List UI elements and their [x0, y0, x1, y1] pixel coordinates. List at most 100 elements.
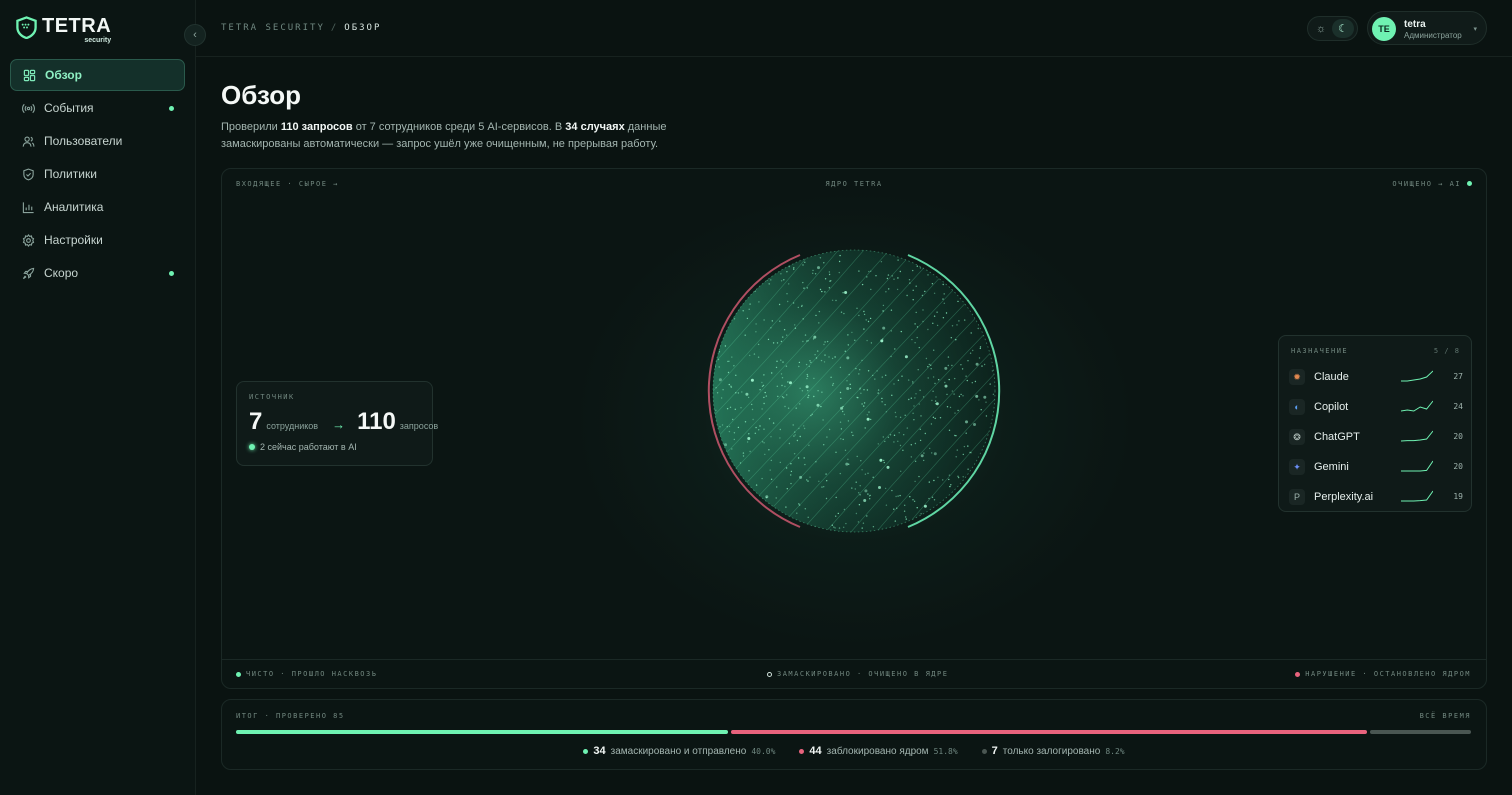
summary-text: от 7 сотрудников среди 5 AI-сервисов. В [352, 121, 566, 133]
destination-count: 5 / 8 [1433, 347, 1460, 355]
bar-chart-icon [22, 201, 35, 214]
bar-segment-logged [1369, 730, 1471, 734]
stat-percent: 40.0% [751, 746, 776, 756]
stat-percent: 8.2% [1105, 746, 1125, 756]
bar-segment-blocked [730, 730, 1367, 734]
grid-icon [23, 69, 36, 82]
legend-clean: ЧИСТО · ПРОШЛО НАСКВОЗЬ [236, 670, 377, 678]
user-name: tetra [1404, 19, 1426, 30]
stat-value: 7 [991, 745, 998, 757]
sidebar-item-label: Аналитика [44, 200, 104, 214]
stat-masked: 34 замаскировано и отправлено 40.0% [583, 745, 775, 757]
service-name: Gemini [1314, 461, 1349, 473]
users-icon [22, 135, 35, 148]
sidebar-item-label: Пользователи [44, 134, 123, 148]
summary-text: Проверили [221, 121, 281, 133]
status-dot [1467, 181, 1472, 186]
sidebar-item-policies[interactable]: Политики [10, 158, 185, 190]
perplexity-icon: P [1289, 489, 1305, 505]
stat-dot [799, 748, 805, 754]
destination-list: ✹ Claude 27 ◐ Copilot 24 ❂ ChatGPT 20 ✦ … [1289, 362, 1463, 512]
gear-icon [22, 233, 35, 247]
employees-count: 7 [249, 408, 263, 435]
sidebar-item-users[interactable]: Пользователи [10, 125, 185, 157]
sun-icon[interactable]: ☼ [1310, 19, 1332, 38]
legend-label: ЗАМАСКИРОВАНО · ОЧИЩЕНО В ЯДРЕ [777, 670, 949, 678]
claude-icon: ✹ [1289, 369, 1305, 385]
service-count: 20 [1453, 462, 1463, 471]
sidebar-item-events[interactable]: События [10, 92, 185, 124]
chevron-left-icon: ‹ [193, 29, 197, 41]
sidebar-item-soon[interactable]: Скоро [10, 257, 185, 289]
legend-dot-masked [767, 671, 772, 677]
tetra-core-sphere [707, 249, 1001, 533]
destination-row[interactable]: ✹ Claude 27 [1289, 362, 1463, 392]
logo[interactable]: TETRA security [15, 16, 111, 44]
legend-label: ЧИСТО · ПРОШЛО НАСКВОЗЬ [246, 670, 378, 678]
copilot-icon: ◐ [1289, 399, 1305, 415]
sparkline [1401, 400, 1433, 412]
theme-toggle[interactable]: ☼ ☾ [1307, 16, 1358, 41]
destination-row[interactable]: ❂ ChatGPT 20 [1289, 422, 1463, 452]
stat-dot [981, 748, 987, 754]
moon-icon[interactable]: ☾ [1332, 19, 1354, 38]
sparkline [1401, 370, 1433, 382]
stat-value: 44 [809, 745, 822, 757]
totals-panel: ИТОГ · ПРОВЕРЕНО 85 ВСЁ ВРЕМЯ 34 замаски… [221, 699, 1487, 770]
totals-range[interactable]: ВСЁ ВРЕМЯ [1420, 712, 1471, 720]
legend-violation: НАРУШЕНИЕ · ОСТАНОВЛЕНО ЯДРОМ [1295, 670, 1471, 678]
rocket-icon [22, 267, 35, 280]
source-counts: 7 сотрудников → 110 запросов [249, 408, 438, 436]
totals-label: ИТОГ · ПРОВЕРЕНО 85 [236, 712, 345, 720]
breadcrumb-root[interactable]: TETRA SECURITY [221, 23, 325, 33]
legend-dot-clean [236, 671, 241, 677]
summary-cases: 34 случаях [565, 121, 625, 133]
source-label: ИСТОЧНИК [249, 393, 295, 401]
avatar: TE [1372, 17, 1396, 41]
service-name: Copilot [1314, 401, 1349, 413]
flow-head-core: ЯДРО TETRA [825, 180, 883, 188]
breadcrumb-current: ОБЗОР [344, 23, 382, 33]
sidebar-item-analytics[interactable]: Аналитика [10, 191, 185, 223]
stat-value: 34 [593, 745, 606, 757]
sidebar-item-label: Обзор [45, 68, 82, 82]
user-role: Администратор [1404, 31, 1462, 40]
employees-unit: сотрудников [266, 421, 319, 431]
sidebar: TETRA security Обзор События Пользовател… [0, 0, 196, 795]
sidebar-item-label: События [44, 101, 94, 115]
live-status: 2 сейчас работают в AI [249, 442, 357, 452]
bar-segment-masked [236, 730, 728, 734]
destination-row[interactable]: P Perplexity.ai 19 [1289, 482, 1463, 512]
breadcrumb-separator: / [330, 23, 339, 33]
sidebar-item-label: Настройки [44, 233, 103, 247]
chatgpt-icon: ❂ [1289, 429, 1305, 445]
requests-unit: запросов [399, 421, 439, 431]
notification-dot [169, 271, 174, 276]
totals-stats: 34 замаскировано и отправлено 40.0% 44 з… [222, 745, 1486, 757]
legend-dot-violation [1295, 671, 1301, 677]
user-menu[interactable]: TE tetra Администратор ▾ [1367, 11, 1487, 45]
source-card[interactable]: ИСТОЧНИК 7 сотрудников → 110 запросов 2 … [236, 381, 438, 466]
overview-summary: Проверили 110 запросов от 7 сотрудников … [221, 119, 701, 153]
live-status-text: 2 сейчас работают в AI [260, 442, 357, 452]
service-name: Perplexity.ai [1314, 491, 1374, 503]
sparkline [1401, 430, 1433, 442]
sidebar-nav: Обзор События Пользователи Политики Анал… [10, 59, 185, 290]
requests-count: 110 [357, 408, 396, 435]
destination-row[interactable]: ✦ Gemini 20 [1289, 452, 1463, 482]
chevron-down-icon: ▾ [1473, 26, 1477, 33]
stat-label: только залогировано [1002, 745, 1101, 757]
stat-label: замаскировано и отправлено [610, 745, 747, 757]
flow-visualization: ВХОДЯЩЕЕ · СЫРОЕ → ЯДРО TETRA ОЧИЩЕНО → … [221, 168, 1487, 689]
collapse-sidebar-button[interactable]: ‹ [184, 24, 206, 46]
service-count: 27 [1453, 372, 1463, 381]
shield-check-icon [22, 168, 35, 181]
sidebar-item-settings[interactable]: Настройки [10, 224, 185, 256]
destination-row[interactable]: ◐ Copilot 24 [1289, 392, 1463, 422]
service-name: Claude [1314, 371, 1349, 383]
summary-requests: 110 запросов [280, 121, 353, 133]
gemini-icon: ✦ [1289, 459, 1305, 475]
sidebar-item-overview[interactable]: Обзор [10, 59, 185, 91]
stat-label: заблокировано ядром [826, 745, 929, 757]
destination-label: НАЗНАЧЕНИЕ [1291, 347, 1349, 355]
